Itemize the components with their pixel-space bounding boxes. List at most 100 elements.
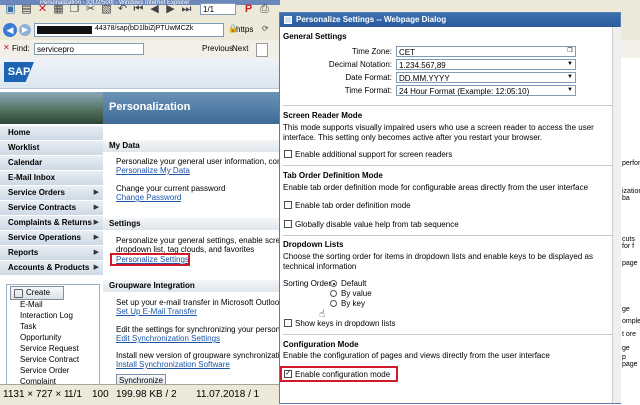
- nav-item[interactable]: Service Operations ▶: [0, 231, 103, 246]
- background-text-snippet: ge: [622, 306, 630, 313]
- create-item[interactable]: Service Order: [20, 366, 69, 375]
- change-password-link[interactable]: Change Password: [116, 193, 181, 202]
- nav-item[interactable]: Reports ▶: [0, 246, 103, 261]
- nav-item-label: Service Contracts: [8, 203, 77, 212]
- expand-arrow-icon[interactable]: ▶: [94, 231, 99, 245]
- find-next-button[interactable]: Next: [232, 44, 248, 53]
- options-icon[interactable]: [256, 43, 268, 57]
- tab-order-checkbox[interactable]: [284, 201, 292, 209]
- dropdown-arrow-icon[interactable]: ▼: [565, 73, 575, 82]
- page-title-bar: Personalization: [103, 92, 280, 124]
- install-sync-software-link[interactable]: Install Synchronization Software: [116, 360, 230, 369]
- find-previous-button[interactable]: Previous: [202, 44, 233, 53]
- disable-value-help-label: Globally disable value help from tab seq…: [295, 220, 459, 229]
- general-settings-header: General Settings: [283, 32, 347, 41]
- create-item[interactable]: Service Contract: [20, 355, 79, 364]
- redacted-url: [37, 26, 92, 34]
- nav-item[interactable]: Worklist: [0, 141, 103, 156]
- create-item[interactable]: E-Mail: [20, 300, 43, 309]
- nav-item[interactable]: Service Orders ▶: [0, 186, 103, 201]
- create-label: Create: [26, 288, 51, 297]
- nav-item[interactable]: Calendar: [0, 156, 103, 171]
- nav-item[interactable]: Home: [0, 126, 103, 141]
- dropdown-lists-desc: Choose the sorting order for items in dr…: [283, 252, 593, 271]
- dropdown-lists-header: Dropdown Lists: [283, 240, 344, 249]
- page-title: Personalization: [109, 101, 191, 113]
- sort-default-label: Default: [341, 279, 367, 288]
- expand-arrow-icon[interactable]: ▶: [94, 246, 99, 260]
- expand-arrow-icon[interactable]: ▶: [94, 216, 99, 230]
- find-close-icon[interactable]: ✕: [3, 43, 10, 52]
- expand-arrow-icon[interactable]: ▶: [94, 186, 99, 200]
- general-field-value: 24 Hour Format (Example: 12:05:10): [399, 87, 530, 96]
- create-item[interactable]: Task: [20, 322, 36, 331]
- groupware-desc-2: Edit the settings for synchronizing your…: [116, 325, 285, 334]
- address-field[interactable]: 44378/sap(bD1lbiZjPTUwMCZk: [34, 23, 224, 37]
- general-field-value: CET: [399, 48, 415, 57]
- configuration-mode-header: Configuration Mode: [283, 340, 359, 349]
- highlight-configuration-mode: [280, 366, 398, 382]
- dropdown-arrow-icon[interactable]: ▼: [565, 60, 575, 69]
- sort-by-key-radio[interactable]: [330, 300, 337, 307]
- dropdown-arrow-icon[interactable]: ▼: [565, 86, 575, 95]
- general-field-select[interactable]: CET ❐: [396, 46, 576, 57]
- sort-by-value-radio[interactable]: [330, 290, 337, 297]
- setup-email-transfer-link[interactable]: Set Up E-Mail Transfer: [116, 307, 197, 316]
- show-keys-label: Show keys in dropdown lists: [295, 319, 396, 328]
- general-field-select[interactable]: 24 Hour Format (Example: 12:05:10) ▼: [396, 85, 576, 96]
- expand-arrow-icon[interactable]: ▶: [94, 201, 99, 215]
- create-item[interactable]: Interaction Log: [20, 311, 73, 320]
- page-count: 1/1: [68, 389, 82, 400]
- nav-item[interactable]: Accounts & Products ▶: [0, 261, 103, 276]
- groupware-header: Groupware Integration: [103, 280, 280, 292]
- edit-sync-settings-link[interactable]: Edit Synchronization Settings: [116, 334, 220, 343]
- tab-order-desc: Enable tab order definition mode for con…: [283, 183, 589, 192]
- nav-item[interactable]: Complaints & Returns ▶: [0, 216, 103, 231]
- back-icon[interactable]: ◀: [3, 23, 17, 37]
- background-text-snippet: p page: [622, 354, 638, 368]
- sort-default-radio[interactable]: [330, 280, 337, 287]
- general-field-value: 1.234.567,89: [399, 61, 446, 70]
- open-icon[interactable]: ▣: [4, 3, 17, 16]
- nav-item-label: Reports: [8, 248, 39, 257]
- header-image: [0, 92, 103, 124]
- general-field-value: DD.MM.YYYY: [399, 74, 450, 83]
- create-item[interactable]: Opportunity: [20, 333, 61, 342]
- find-input[interactable]: servicepro: [34, 43, 144, 55]
- https-label: https: [236, 25, 254, 34]
- separator: [283, 105, 613, 106]
- zoom-level: 100: [92, 389, 109, 400]
- general-field-select[interactable]: 1.234.567,89 ▼: [396, 59, 576, 70]
- nav-item[interactable]: E-Mail Inbox: [0, 171, 103, 186]
- nav-item-label: Complaints & Returns: [8, 218, 93, 227]
- separator: [283, 235, 613, 236]
- expand-arrow-icon[interactable]: ▶: [94, 261, 99, 275]
- value-help-icon[interactable]: ❐: [565, 47, 575, 56]
- personalize-my-data-link[interactable]: Personalize My Data: [116, 166, 190, 175]
- tab-order-header: Tab Order Definition Mode: [283, 171, 383, 180]
- create-button[interactable]: Create: [10, 286, 64, 300]
- right-content-strip: [620, 58, 640, 404]
- dialog-scrollbar[interactable]: [612, 27, 621, 403]
- sorting-order-label: Sorting Order: [283, 279, 332, 288]
- background-text-snippet: page: [622, 260, 638, 267]
- address-text: 44378/sap(bD1lbiZjPTUwMCZk: [95, 25, 194, 32]
- file-size: 199.98 KB / 2: [116, 389, 177, 400]
- collapse-icon: [14, 289, 23, 298]
- general-field-select[interactable]: DD.MM.YYYY ▼: [396, 72, 576, 83]
- refresh-icon[interactable]: ⟳: [262, 24, 269, 33]
- forward-icon[interactable]: ▶: [19, 24, 31, 36]
- sort-by-value-label: By value: [341, 289, 372, 298]
- background-text-snippet: ompleme: [622, 318, 640, 325]
- show-keys-checkbox[interactable]: [284, 319, 292, 327]
- screen-reader-checkbox[interactable]: [284, 150, 292, 158]
- create-item[interactable]: Service Request: [20, 344, 79, 353]
- nav-item-label: Calendar: [8, 158, 43, 167]
- nav-item[interactable]: Service Contracts ▶: [0, 201, 103, 216]
- save-icon[interactable]: ▤: [20, 3, 33, 16]
- change-password-desc: Change your current password: [116, 184, 226, 193]
- tab-order-checkbox-label: Enable tab order definition mode: [295, 201, 411, 210]
- my-data-header: My Data: [103, 140, 280, 152]
- highlight-personalize-settings: [110, 253, 190, 266]
- disable-value-help-checkbox[interactable]: [284, 220, 292, 228]
